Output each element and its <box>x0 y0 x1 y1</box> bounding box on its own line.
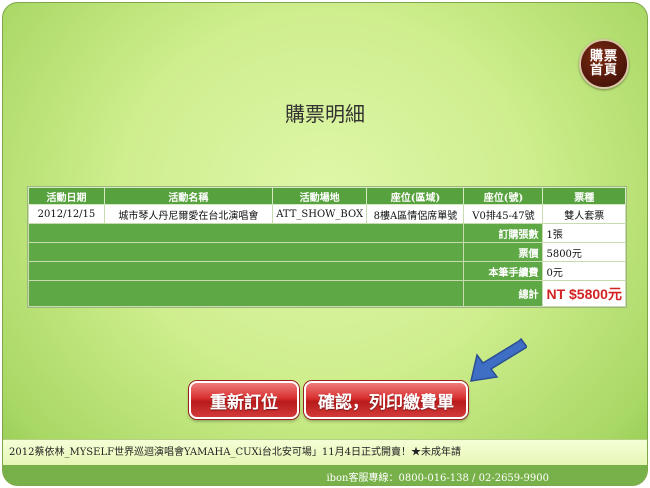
kiosk-screen: 購票 首頁 購票明細 活動日期 活動名稱 活動場地 座位(區域) 座位(號) 票… <box>2 2 648 486</box>
summary-row-fee: 本筆手續費 0元 <box>27 261 626 281</box>
confirm-print-button[interactable]: 確認，列印繳費單 <box>304 381 468 419</box>
page-title: 購票明細 <box>285 102 365 126</box>
fee-label: 本筆手續費 <box>463 261 544 281</box>
summary-row-qty: 訂購張數 1張 <box>27 223 626 243</box>
home-button-line2: 首頁 <box>589 63 618 78</box>
summary-row-total: 總計 NT $5800元 <box>27 280 626 307</box>
qty-label: 訂購張數 <box>463 223 544 243</box>
header-seat-area: 座位(區域) <box>366 187 465 205</box>
footer-bar: ibon客服專線：0800-016-138 / 02-2659-9900 <box>3 465 647 485</box>
total-label: 總計 <box>463 280 544 307</box>
header-date: 活動日期 <box>28 187 105 205</box>
cell-event-name: 城市琴人丹尼爾愛在台北演唱會 <box>103 204 273 224</box>
cell-ticket-type: 雙人套票 <box>542 204 626 224</box>
window: 購票 首頁 購票明細 活動日期 活動名稱 活動場地 座位(區域) 座位(號) 票… <box>0 0 650 488</box>
header-seat-number: 座位(號) <box>463 187 544 205</box>
table-row: 2012/12/15 城市琴人丹尼爾愛在台北演唱會 ATT_SHOW_BOX 8… <box>28 204 626 224</box>
fee-value: 0元 <box>542 261 626 281</box>
order-detail-table: 活動日期 活動名稱 活動場地 座位(區域) 座位(號) 票種 2012/12/1… <box>27 186 627 308</box>
summary-row-price: 票價 5800元 <box>27 242 626 262</box>
announcement-marquee: 2012蔡依林_MYSELF世界巡迴演唱會YAMAHA_CUXi台北安可場」11… <box>3 439 647 466</box>
cell-seat-area: 8樓A區情侶席單號 <box>366 204 465 224</box>
price-label: 票價 <box>463 242 544 262</box>
cell-seat-number: V0排45-47號 <box>463 204 544 224</box>
table-header-row: 活動日期 活動名稱 活動場地 座位(區域) 座位(號) 票種 <box>28 187 626 205</box>
qty-value: 1張 <box>542 223 626 243</box>
header-ticket-type: 票種 <box>542 187 626 205</box>
header-venue: 活動場地 <box>271 187 368 205</box>
pointer-arrow-icon <box>470 337 527 382</box>
cell-date: 2012/12/15 <box>28 204 105 224</box>
price-value: 5800元 <box>542 242 626 262</box>
reorder-button[interactable]: 重新訂位 <box>189 381 299 419</box>
header-event-name: 活動名稱 <box>103 187 273 205</box>
home-button-line1: 購票 <box>589 49 618 64</box>
customer-service-hotline: ibon客服專線：0800-016-138 / 02-2659-9900 <box>326 473 549 484</box>
ticket-home-button[interactable]: 購票 首頁 <box>579 39 629 89</box>
cell-venue: ATT_SHOW_BOX <box>271 204 368 224</box>
total-value: NT $5800元 <box>542 280 626 307</box>
